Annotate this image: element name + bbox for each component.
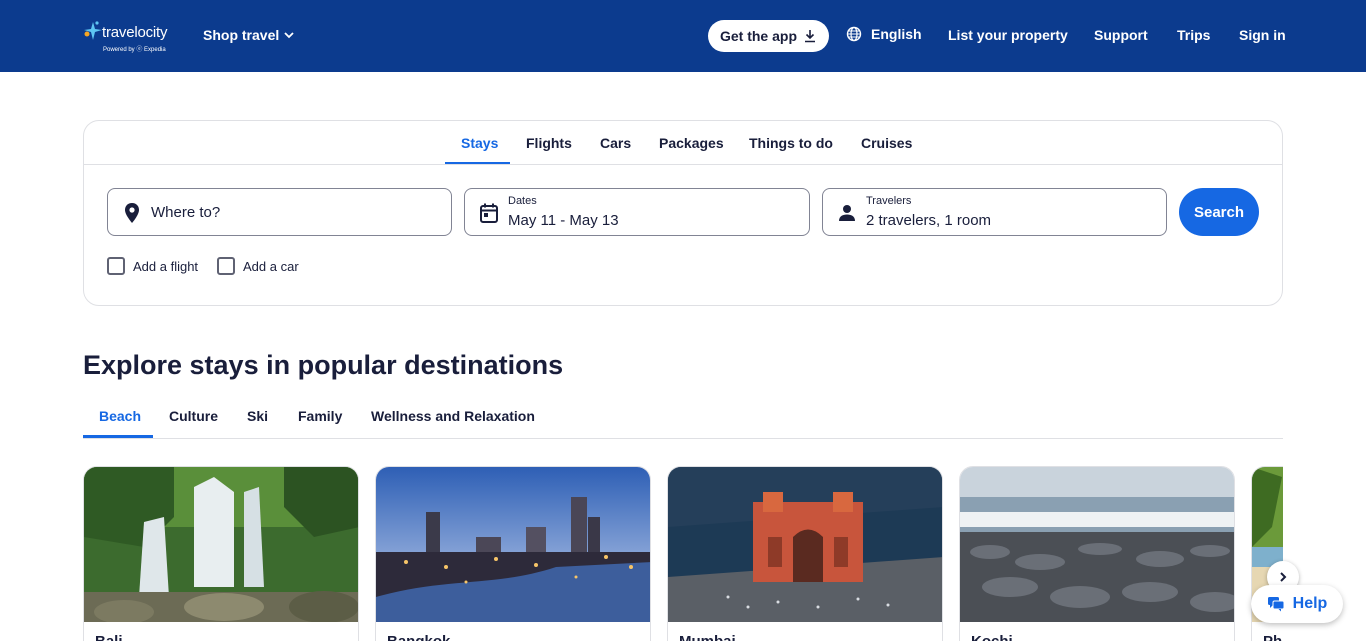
- person-icon: [839, 205, 855, 221]
- active-category-indicator: [83, 435, 153, 438]
- calendar-icon: [480, 203, 498, 223]
- tab-things-to-do[interactable]: Things to do: [749, 135, 833, 151]
- destination-card-bangkok[interactable]: Bangkok: [375, 466, 651, 641]
- tab-packages[interactable]: Packages: [659, 135, 724, 151]
- tab-cruises[interactable]: Cruises: [861, 135, 912, 151]
- add-flight-label: Add a flight: [133, 258, 199, 274]
- add-car-checkbox-box[interactable]: [217, 257, 235, 275]
- tab-flights[interactable]: Flights: [526, 135, 572, 151]
- list-your-property-link[interactable]: List your property: [948, 27, 1068, 43]
- destination-name: Bangkok: [387, 633, 450, 641]
- destination-category-tabs: Beach Culture Ski Family Wellness and Re…: [83, 398, 1283, 439]
- destination-name: Bali: [95, 633, 123, 641]
- logo-wordmark: travelocity: [102, 24, 168, 41]
- destination-name: Mumbai: [679, 633, 736, 641]
- globe-icon: [846, 26, 862, 42]
- add-car-checkbox[interactable]: Add a car: [217, 257, 299, 275]
- map-pin-icon: [125, 203, 139, 223]
- download-icon: [805, 30, 815, 43]
- chevron-down-icon: [284, 32, 294, 39]
- dates-label: Dates: [508, 195, 537, 207]
- rocky-shore-image: [960, 467, 1234, 622]
- travelocity-logo[interactable]: travelocity Powered by ⓔ Expedia: [83, 20, 175, 54]
- logo-powered-by: Powered by ⓔ Expedia: [103, 47, 166, 53]
- add-car-label: Add a car: [243, 258, 299, 274]
- tab-ski[interactable]: Ski: [247, 408, 268, 424]
- help-label: Help: [1292, 595, 1328, 612]
- destination-card-bali[interactable]: Bali: [83, 466, 359, 641]
- lob-tabs: Stays Flights Cars Packages Things to do…: [84, 121, 1282, 165]
- tab-culture[interactable]: Culture: [169, 408, 218, 424]
- waterfall-image: [84, 467, 358, 622]
- add-flight-checkbox-box[interactable]: [107, 257, 125, 275]
- travelers-value: 2 travelers, 1 room: [866, 212, 992, 229]
- where-to-placeholder: Where to?: [151, 204, 221, 221]
- explore-title: Explore stays in popular destinations: [83, 350, 564, 380]
- trips-link[interactable]: Trips: [1177, 27, 1210, 43]
- language-label: English: [871, 26, 922, 42]
- travelers-field[interactable]: Travelers 2 travelers, 1 room: [822, 188, 1167, 236]
- chevron-right-icon: [1280, 572, 1287, 582]
- tab-beach[interactable]: Beach: [99, 408, 141, 424]
- where-to-field[interactable]: Where to?: [107, 188, 452, 236]
- destination-name: Kochi: [971, 633, 1013, 641]
- tab-wellness-and-relaxation[interactable]: Wellness and Relaxation: [371, 408, 535, 424]
- destination-cards: Bali Bangkok: [83, 466, 1283, 641]
- get-the-app-button[interactable]: Get the app: [708, 20, 829, 52]
- search-form-card: Stays Flights Cars Packages Things to do…: [83, 120, 1283, 306]
- logo-star-icon: [84, 21, 102, 40]
- active-tab-indicator: [445, 162, 510, 164]
- language-selector[interactable]: English: [846, 26, 922, 42]
- search-button[interactable]: Search: [1179, 188, 1259, 236]
- city-skyline-image: [376, 467, 650, 622]
- dates-field[interactable]: Dates May 11 - May 13: [464, 188, 810, 236]
- monument-image: [668, 467, 942, 622]
- destination-card-mumbai[interactable]: Mumbai: [667, 466, 943, 641]
- destination-card-kochi[interactable]: Kochi: [959, 466, 1235, 641]
- add-flight-checkbox[interactable]: Add a flight: [107, 257, 198, 275]
- chat-bubbles-icon: [1267, 597, 1285, 612]
- destination-name: Phuket: [1263, 633, 1283, 641]
- tab-family[interactable]: Family: [298, 408, 342, 424]
- dates-value: May 11 - May 13: [508, 212, 619, 229]
- shop-travel-label: Shop travel: [203, 27, 280, 43]
- travelers-label: Travelers: [866, 195, 912, 207]
- site-header: travelocity Powered by ⓔ Expedia Shop tr…: [0, 0, 1366, 72]
- sign-in-link[interactable]: Sign in: [1239, 27, 1286, 43]
- tab-stays[interactable]: Stays: [461, 135, 498, 151]
- help-button[interactable]: Help: [1251, 585, 1343, 623]
- shop-travel-menu[interactable]: Shop travel: [203, 27, 295, 43]
- get-app-label: Get the app: [719, 28, 797, 44]
- tab-cars[interactable]: Cars: [600, 135, 631, 151]
- support-link[interactable]: Support: [1094, 27, 1148, 43]
